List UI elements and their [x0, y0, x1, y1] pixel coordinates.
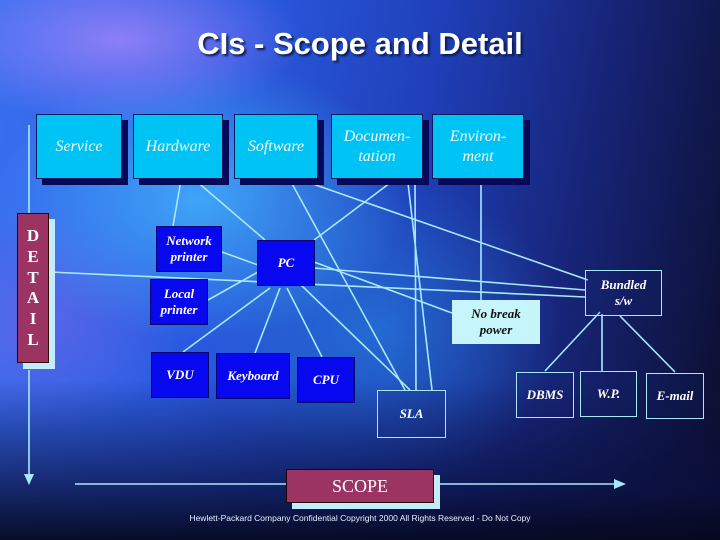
- node-sla: SLA: [377, 390, 446, 438]
- detail-letter: L: [27, 329, 39, 349]
- line-hardware-networkprinter: [172, 179, 182, 227]
- node-vdu: VDU: [151, 352, 209, 398]
- category-software: Software: [234, 114, 318, 179]
- detail-letter: T: [27, 267, 39, 287]
- node-bundled-sw: Bundled s/w: [585, 270, 662, 316]
- node-email: E-mail: [646, 373, 704, 419]
- line-pc-localprinter: [207, 271, 259, 301]
- detail-axis-arrowhead: [24, 474, 34, 485]
- detail-letter: A: [26, 288, 40, 308]
- category-environment: Environ- ment: [432, 114, 524, 179]
- node-local-printer: Local printer: [150, 279, 208, 325]
- line-detail-bundled: [49, 271, 586, 298]
- detail-axis-label: D E T A I L: [17, 213, 49, 363]
- line-documentation-sla: [407, 182, 433, 391]
- node-cpu: CPU: [297, 357, 355, 403]
- category-documentation: Documen- tation: [331, 114, 423, 179]
- detail-letter: I: [29, 308, 37, 328]
- scope-axis-label: SCOPE: [286, 469, 434, 503]
- node-keyboard: Keyboard: [216, 353, 290, 399]
- category-service: Service: [36, 114, 122, 179]
- node-wp: W.P.: [580, 371, 637, 417]
- line-software-bundled: [309, 182, 589, 281]
- line-pc-keyboard: [254, 287, 281, 354]
- node-network-printer: Network printer: [156, 226, 222, 272]
- line-documentation-pc: [313, 182, 391, 241]
- node-no-break-power: No break power: [452, 300, 540, 344]
- scope-axis-arrowhead: [614, 479, 626, 489]
- line-service-sla: [414, 182, 417, 391]
- line-bundled-dbms: [544, 311, 601, 372]
- node-pc: PC: [257, 240, 315, 286]
- line-pc-networkprinter: [221, 251, 259, 266]
- node-dbms: DBMS: [516, 372, 574, 418]
- category-hardware: Hardware: [133, 114, 223, 179]
- line-pc-cpu: [286, 287, 323, 358]
- copyright-footer: Hewlett-Packard Company Confidential Cop…: [189, 513, 531, 523]
- detail-letter: D: [26, 226, 40, 246]
- detail-letter: E: [27, 246, 39, 266]
- line-bundled-email: [619, 315, 676, 373]
